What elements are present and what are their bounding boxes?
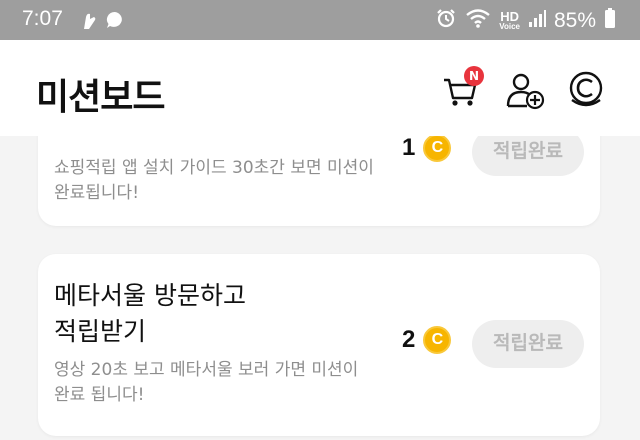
earn-complete-button[interactable]: 적립완료 (472, 320, 584, 368)
mission-reward: 1 C (402, 136, 452, 162)
status-time: 7:07 (22, 7, 63, 30)
coin-icon (566, 71, 606, 114)
wifi-icon (465, 7, 491, 34)
coin-icon: C (423, 326, 452, 354)
alarm-icon (435, 7, 457, 34)
page-title: 미션보드 (36, 77, 165, 118)
chat-bubble-icon (104, 9, 126, 35)
cart-badge: N (464, 66, 484, 86)
coin-history-button[interactable] (566, 70, 606, 110)
reward-amount: 1 (402, 136, 416, 161)
mission-reward: 2 C (402, 326, 452, 354)
battery-icon (604, 7, 616, 34)
app-header: 미션보드 N (0, 40, 640, 136)
mission-description: 쇼핑적립 앱 설치 가이드 30초간 보면 미션이 완료됩니다! (54, 158, 374, 203)
signal-icon (528, 8, 546, 33)
add-friend-button[interactable] (505, 70, 545, 110)
coin-icon: C (423, 136, 452, 162)
add-user-icon (505, 73, 545, 114)
mission-card[interactable]: 메타서울 방문하고 적립받기 영상 20초 보고 메타서울 보러 가면 미션이 … (38, 254, 600, 436)
status-bar: 7:07 HD Voice 85% (0, 0, 640, 40)
cart-button[interactable]: N (442, 66, 484, 110)
hand-notification-icon (78, 9, 100, 35)
mission-card[interactable]: 쇼핑적립 앱 설치 가이드 30초간 보면 미션이 완료됩니다! 1 C 적립완… (38, 136, 600, 226)
reward-amount: 2 (402, 326, 416, 353)
cart-icon (442, 78, 478, 114)
hd-voice-icon: HD Voice (499, 10, 520, 31)
earn-complete-button[interactable]: 적립완료 (472, 136, 584, 176)
mission-title: 메타서울 방문하고 적립받기 (54, 281, 246, 346)
mission-list[interactable]: 쇼핑적립 앱 설치 가이드 30초간 보면 미션이 완료됩니다! 1 C 적립완… (0, 136, 640, 440)
battery-percent: 85% (553, 8, 596, 32)
mission-description: 영상 20초 보고 메타서울 보러 가면 미션이 완료 됩니다! (54, 360, 359, 405)
hd-sub-label: Voice (499, 22, 520, 31)
